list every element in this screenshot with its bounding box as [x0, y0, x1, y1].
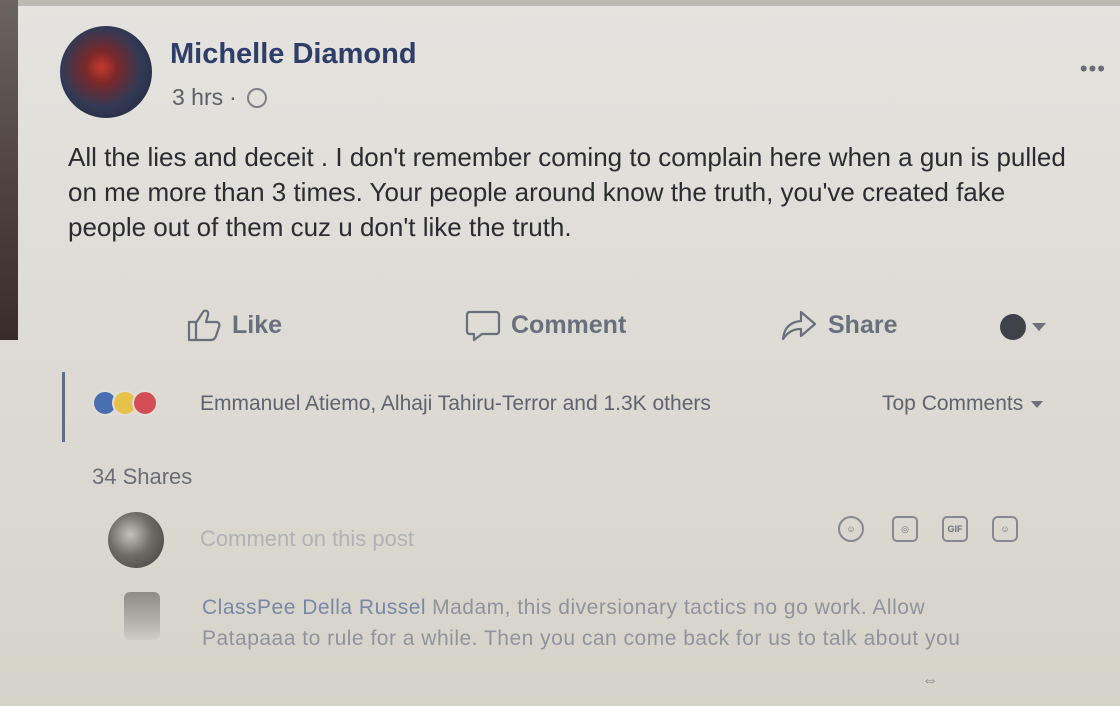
share-label: Share [828, 310, 898, 339]
emoji-icon[interactable]: ☺ [838, 516, 864, 542]
caret-down-icon [1031, 400, 1044, 408]
globe-icon[interactable] [246, 87, 267, 108]
comment-bubble-icon [465, 310, 501, 342]
meta-separator: · [229, 84, 237, 110]
background-photo-strip [0, 0, 18, 340]
current-user-avatar [108, 512, 164, 568]
comment-label: Comment [511, 310, 627, 339]
page-profile-icon [1000, 314, 1026, 340]
post-author-name[interactable]: Michelle Diamond [170, 38, 417, 71]
love-reaction-icon [132, 390, 158, 416]
comment-sort-label: Top Comments [882, 392, 1024, 415]
author-avatar[interactable] [60, 26, 152, 118]
share-count[interactable]: 34 Shares [92, 464, 192, 490]
comment-button[interactable]: Comment [465, 308, 626, 342]
screen-top-edge [0, 0, 1120, 6]
post-as-selector[interactable] [1000, 314, 1046, 340]
like-button[interactable]: Like [186, 308, 282, 342]
share-button[interactable]: Share [780, 308, 897, 342]
thumbs-up-icon [187, 309, 221, 342]
commenter-name[interactable]: ClassPee Della Russel [202, 596, 426, 619]
like-label: Like [232, 310, 283, 339]
camera-icon[interactable]: ◎ [892, 516, 918, 542]
post-meta: 3 hrs · [172, 84, 267, 111]
reaction-icons[interactable] [92, 390, 158, 416]
comment-sort-dropdown[interactable]: Top Comments [882, 392, 1044, 416]
sticker-icon[interactable]: ☺ [992, 516, 1018, 542]
post-timestamp[interactable]: 3 hrs [172, 84, 223, 111]
comment-reaction-icon[interactable]: ⇔ [922, 672, 938, 690]
comment-item: ClassPee Della Russel Madam, this diversi… [202, 592, 962, 654]
share-arrow-icon [781, 310, 817, 341]
post-body: All the lies and deceit . I don't rememb… [68, 142, 1066, 242]
commenter-avatar[interactable] [124, 592, 160, 640]
reaction-summary[interactable]: Emmanuel Atiemo, Alhaji Tahiru-Terror an… [200, 392, 711, 416]
caret-down-icon [1032, 323, 1046, 331]
more-options-icon[interactable]: ••• [1080, 56, 1106, 82]
reaction-section-divider [62, 372, 65, 442]
gif-icon[interactable]: GIF [942, 516, 968, 542]
